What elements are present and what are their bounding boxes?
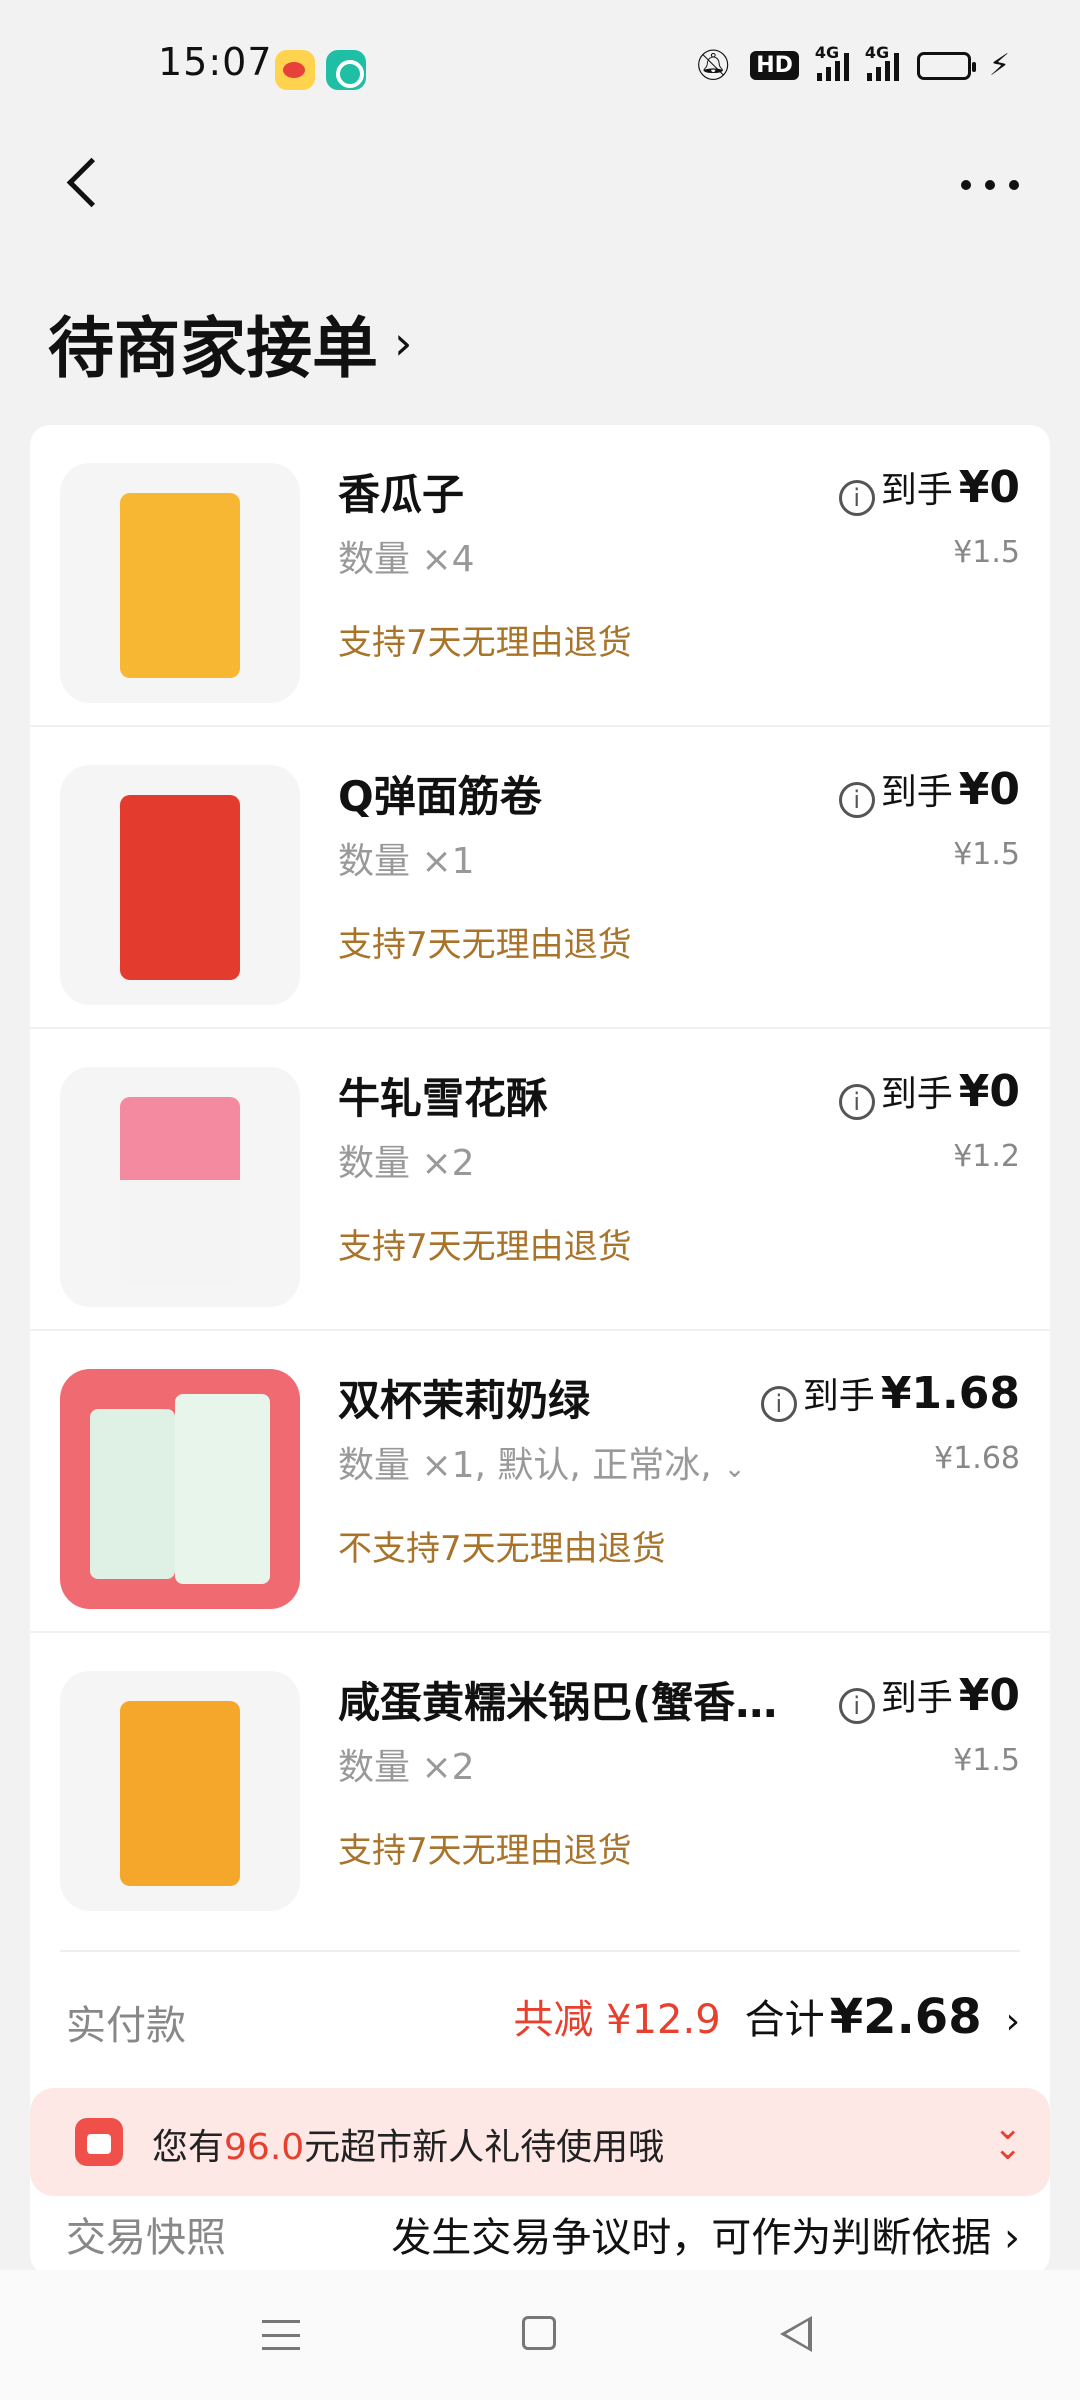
cup-image <box>175 1394 270 1584</box>
original-price: ¥1.5 <box>953 837 1020 872</box>
product-image[interactable] <box>60 765 300 1005</box>
status-bar: 15:07 🔕︎ HD 4G 4G ⚡ <box>0 0 1080 130</box>
charging-icon: ⚡ <box>988 48 1010 83</box>
paid-summary: 共减 ¥12.9 合计 ¥2.68 › <box>513 1987 1020 2045</box>
chevron-right-icon: › <box>394 316 413 370</box>
total-label: 合计 <box>744 1997 825 2043</box>
final-price: i 到手 ¥0 <box>838 1669 1020 1724</box>
item-title: Q弹面筋卷 <box>338 772 542 821</box>
total-discount: 共减 ¥12.9 <box>513 1997 721 2043</box>
snapshot-text: 发生交易争议时，可作为判断依据 › <box>391 2215 1020 2261</box>
paid-label: 实付款 <box>66 2003 186 2049</box>
chevron-left-icon[interactable] <box>62 155 112 215</box>
order-status-text: 待商家接单 <box>48 310 378 387</box>
final-price: i 到手 ¥0 <box>838 1065 1020 1120</box>
menu-icon[interactable] <box>262 2320 300 2350</box>
divider <box>60 1950 1020 1952</box>
final-price: i 到手 ¥1.68 <box>760 1367 1020 1422</box>
chevron-down-icon[interactable]: ⌄ <box>724 1454 746 1484</box>
item-quantity: 数量 ×2 <box>338 1143 475 1184</box>
system-navigation-bar <box>0 2270 1080 2400</box>
new-user-gift-banner[interactable]: 您有96.0元超市新人礼待使用哦 ⌄ ⌄ <box>30 2088 1050 2196</box>
gift-icon <box>75 2118 123 2166</box>
home-icon[interactable] <box>522 2316 556 2350</box>
item-quantity: 数量 ×1 <box>338 841 475 882</box>
signal-icon: 4G <box>815 43 849 81</box>
chevron-right-icon: › <box>1005 2001 1020 2042</box>
chat-icon <box>326 50 366 90</box>
status-indicators: 🔕︎ HD 4G 4G ⚡ <box>694 43 1010 84</box>
original-price: ¥1.5 <box>953 535 1020 570</box>
original-price: ¥1.5 <box>953 1743 1020 1778</box>
signal-icon: 4G <box>865 43 899 81</box>
order-item[interactable]: 牛轧雪花酥 数量 ×2 支持7天无理由退货 i 到手 ¥0 ¥1.2 <box>30 1029 1050 1331</box>
order-item[interactable]: Q弹面筋卷 数量 ×1 支持7天无理由退货 i 到手 ¥0 ¥1.5 <box>30 727 1050 1029</box>
product-image[interactable] <box>60 463 300 703</box>
product-image[interactable] <box>60 1067 300 1307</box>
total-amount: ¥2.68 <box>829 1989 982 2045</box>
return-policy: 支持7天无理由退货 <box>338 925 632 965</box>
product-package-image <box>120 493 240 678</box>
item-title: 香瓜子 <box>338 470 465 519</box>
info-icon[interactable]: i <box>838 1688 875 1724</box>
item-title: 咸蛋黄糯米锅巴(蟹香咸… <box>338 1678 818 1727</box>
original-price: ¥1.68 <box>934 1441 1020 1476</box>
info-icon[interactable]: i <box>838 480 875 516</box>
info-icon[interactable]: i <box>838 782 875 818</box>
return-policy: 支持7天无理由退货 <box>338 623 632 663</box>
double-chevron-down-icon[interactable]: ⌄ ⌄ <box>994 2111 1023 2165</box>
return-policy: 支持7天无理由退货 <box>338 1227 632 1267</box>
trade-snapshot-row[interactable]: 交易快照 发生交易争议时，可作为判断依据 › <box>30 2195 1050 2275</box>
paid-summary-row[interactable]: 实付款 共减 ¥12.9 合计 ¥2.68 › <box>30 1965 1050 2065</box>
return-policy: 不支持7天无理由退货 <box>338 1529 666 1569</box>
status-time: 15:07 <box>158 40 273 84</box>
item-quantity: 数量 ×2 <box>338 1747 475 1788</box>
cup-image <box>90 1409 175 1579</box>
order-item[interactable]: 香瓜子 数量 ×4 支持7天无理由退货 i 到手 ¥0 ¥1.5 <box>30 425 1050 727</box>
snapshot-label: 交易快照 <box>66 2215 226 2261</box>
order-status-title[interactable]: 待商家接单 › <box>48 295 412 391</box>
info-icon[interactable]: i <box>760 1386 797 1422</box>
final-price: i 到手 ¥0 <box>838 461 1020 516</box>
hd-icon: HD <box>750 51 799 80</box>
item-quantity[interactable]: 数量 ×1, 默认, 正常冰, ⌄ <box>338 1436 746 1488</box>
product-package-image <box>120 1097 240 1282</box>
product-image[interactable] <box>60 1671 300 1911</box>
promo-text: 您有96.0元超市新人礼待使用哦 <box>152 2127 665 2168</box>
mute-bell-icon: 🔕︎ <box>694 48 733 83</box>
info-icon[interactable]: i <box>838 1084 875 1120</box>
weibo-icon <box>275 50 315 90</box>
final-price: i 到手 ¥0 <box>838 763 1020 818</box>
item-title: 牛轧雪花酥 <box>338 1074 549 1123</box>
product-package-image <box>120 795 240 980</box>
back-icon[interactable] <box>780 2316 812 2352</box>
item-quantity: 数量 ×4 <box>338 539 475 580</box>
order-item[interactable]: 咸蛋黄糯米锅巴(蟹香咸… 数量 ×2 支持7天无理由退货 i 到手 ¥0 ¥1.… <box>30 1633 1050 1935</box>
item-quantity-text: 数量 ×1, 默认, 正常冰, <box>338 1445 712 1486</box>
order-items-card: 香瓜子 数量 ×4 支持7天无理由退货 i 到手 ¥0 ¥1.5 Q弹面筋卷 数… <box>30 425 1050 2275</box>
return-policy: 支持7天无理由退货 <box>338 1831 632 1871</box>
battery-icon <box>916 51 976 80</box>
order-item[interactable]: 双杯茉莉奶绿 数量 ×1, 默认, 正常冰, ⌄ 不支持7天无理由退货 i 到手 … <box>30 1331 1050 1633</box>
product-image[interactable] <box>60 1369 300 1609</box>
original-price: ¥1.2 <box>953 1139 1020 1174</box>
product-package-image <box>120 1701 240 1886</box>
item-title: 双杯茉莉奶绿 <box>338 1376 591 1425</box>
promo-amount: 96.0 <box>224 2127 305 2168</box>
more-icon[interactable] <box>955 170 1025 200</box>
